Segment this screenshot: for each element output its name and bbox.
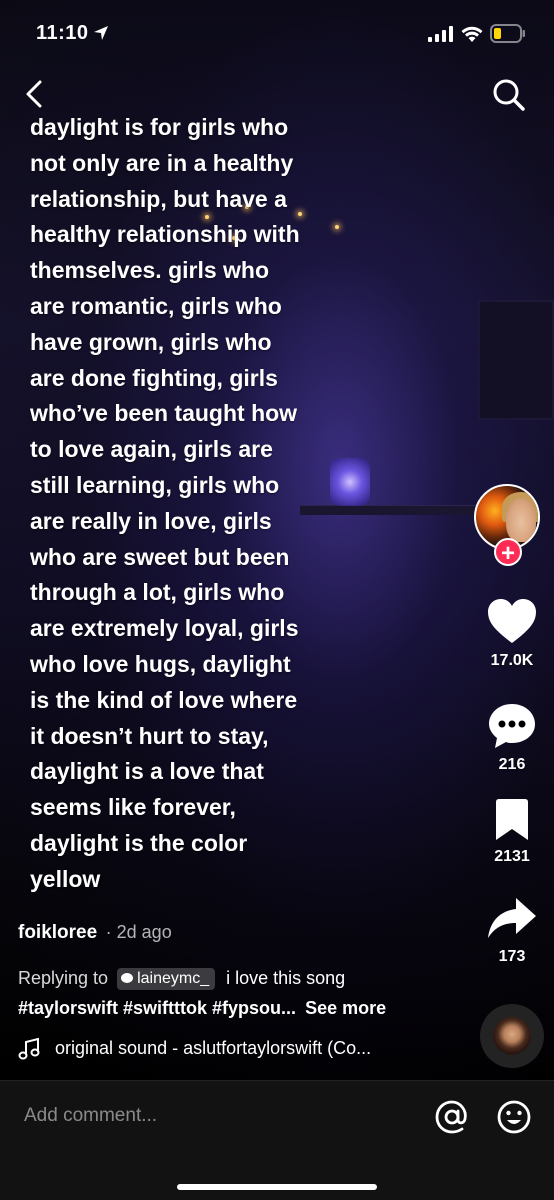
home-indicator: [177, 1184, 377, 1190]
caption-line: daylight is the color: [30, 829, 248, 856]
sound-title: original sound - aslutfortaylorswift (Co…: [55, 1038, 372, 1058]
caption-line: healthy relationship with: [30, 221, 300, 248]
sound-link[interactable]: original sound - aslutfortaylorswift (Co…: [18, 1038, 428, 1061]
save-button[interactable]: 2131: [470, 798, 554, 866]
caption-line: seems like forever,: [30, 794, 236, 821]
wall-frame: [478, 300, 554, 420]
see-more-button[interactable]: See more: [305, 998, 386, 1018]
reply-prefix: Replying to: [18, 968, 109, 988]
share-count: 173: [498, 948, 526, 965]
reply-line: Replying to laineymc_ i love this song: [18, 966, 458, 990]
caption-line: yellow: [30, 865, 101, 892]
caption-line: who’ve been taught how: [30, 400, 298, 427]
comment-bubble-icon: [489, 704, 535, 748]
bookmark-icon: [496, 799, 528, 840]
save-count: 2131: [494, 848, 530, 865]
music-note-icon: [18, 1038, 40, 1060]
follow-button[interactable]: +: [494, 538, 522, 567]
caption-line: not only are in a healthy: [30, 149, 294, 176]
caption-line: daylight is a love that: [30, 758, 264, 785]
caption-line: daylight is for girls who: [30, 114, 289, 140]
battery-icon: [490, 24, 525, 43]
like-button[interactable]: 17.0K: [470, 598, 554, 670]
caption-line: are done fighting, girls: [30, 364, 278, 391]
comment-bubble-icon: [121, 973, 134, 983]
reply-text: i love this song: [226, 968, 346, 988]
emoji-icon[interactable]: [496, 1099, 532, 1135]
video-caption: daylight is for girls who not only are in…: [30, 110, 360, 898]
username-link[interactable]: foikloree: [18, 922, 97, 943]
share-button[interactable]: 173: [470, 896, 554, 966]
wifi-icon: [461, 26, 483, 42]
caption-line: are extremely loyal, girls: [30, 615, 299, 642]
caption-line: it doesn’t hurt to stay,: [30, 722, 269, 749]
comment-count: 216: [498, 756, 526, 773]
comment-bar: Add comment...: [0, 1080, 554, 1200]
back-button[interactable]: [20, 76, 50, 112]
sound-disc-avatar: [493, 1017, 531, 1055]
signal-icon: [428, 26, 453, 42]
caption-line: who are sweet but been: [30, 543, 290, 570]
post-meta: foikloree · 2d ago: [18, 922, 458, 944]
avatar-face: [506, 498, 536, 542]
caption-line: have grown, girls who: [30, 328, 272, 355]
mention-at-icon[interactable]: [434, 1099, 470, 1135]
post-date: · 2d ago: [105, 922, 172, 942]
caption-line: through a lot, girls who: [30, 579, 285, 606]
like-count: 17.0K: [490, 652, 534, 669]
caption-line: still learning, girls who: [30, 471, 280, 498]
share-arrow-icon: [488, 898, 536, 938]
add-comment-input[interactable]: Add comment...: [24, 1105, 157, 1127]
caption-line: are romantic, girls who: [30, 292, 282, 319]
caption-line: relationship, but have a: [30, 185, 287, 212]
caption-line: themselves. girls who: [30, 257, 270, 284]
caption-line: are really in love, girls: [30, 507, 272, 534]
reply-user-chip[interactable]: laineymc_: [117, 968, 216, 990]
hashtag-list[interactable]: #taylorswift #swiftttok #fypsou...: [18, 998, 296, 1018]
comment-button[interactable]: 216: [470, 702, 554, 774]
status-bar: 11:10: [0, 0, 554, 70]
heart-icon: [488, 599, 536, 643]
caption-line: is the kind of love where: [30, 686, 298, 713]
location-arrow-icon: [94, 26, 108, 40]
reply-user-name: laineymc_: [137, 970, 210, 987]
caption-line: to love again, girls are: [30, 436, 273, 463]
hashtags: #taylorswift #swiftttok #fypsou... See m…: [18, 996, 458, 1020]
search-button[interactable]: [492, 78, 526, 112]
caption-line: who love hugs, daylight: [30, 650, 291, 677]
sound-disc[interactable]: [480, 1004, 544, 1068]
status-time: 11:10: [36, 22, 89, 44]
